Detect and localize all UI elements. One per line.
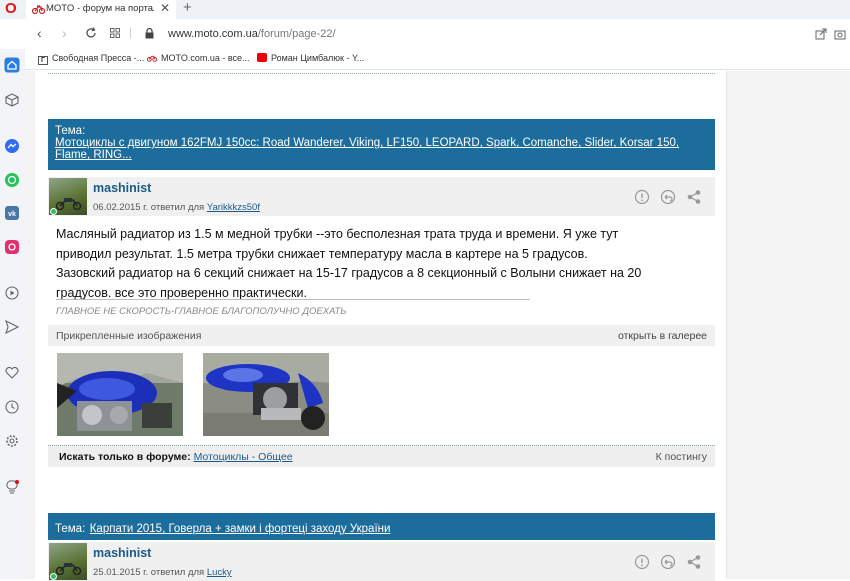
url-domain: www.moto.com.ua bbox=[168, 28, 258, 40]
post-author[interactable]: mashinist bbox=[93, 546, 151, 560]
attachments-label: Прикрепленные изображения bbox=[56, 330, 202, 342]
signature: ГЛАВНОЕ НЕ СКОРОСТЬ-ГЛАВНОЕ БЛАГОПОЛУЧНО… bbox=[56, 306, 347, 317]
tab-bar: O MOTO - форум на портале M ✕ + bbox=[0, 0, 850, 19]
reply-icon[interactable] bbox=[660, 554, 676, 570]
bookmarks-bar: Г Свободная Пресса -... MOTO.com.ua - все… bbox=[0, 49, 850, 70]
thread-title-link[interactable]: Мотоциклы с двигуном 162FMJ 150cc: Road … bbox=[55, 137, 708, 161]
thread-label: Тема: bbox=[55, 523, 86, 535]
send-icon[interactable] bbox=[4, 319, 20, 335]
vk-icon[interactable]: vk bbox=[4, 205, 20, 221]
heart-icon[interactable] bbox=[4, 365, 20, 381]
attachment-thumbnail[interactable] bbox=[57, 353, 183, 436]
divider: | bbox=[129, 25, 133, 39]
post-header: mashinist 25.01.2015 г. ответил для Luck… bbox=[48, 542, 715, 581]
search-scope-label: Искать только в форуме: bbox=[59, 451, 191, 463]
signature-divider bbox=[56, 299, 530, 300]
thread-title-line: Мотоциклы с двигуном 162FMJ 150cc: Road … bbox=[55, 137, 680, 149]
history-icon[interactable] bbox=[4, 399, 20, 415]
reply-to-link[interactable]: Yarikkkzs50f bbox=[207, 202, 260, 213]
motorcycle-icon bbox=[55, 198, 82, 210]
forward-icon[interactable]: › bbox=[62, 25, 67, 41]
speed-dial-icon[interactable] bbox=[110, 28, 120, 38]
thread-label: Тема: bbox=[55, 125, 86, 137]
reply-to-link[interactable]: Lucky bbox=[207, 567, 232, 578]
thread-title-line: Flame, RING... bbox=[55, 149, 132, 161]
right-margin bbox=[726, 71, 850, 579]
moto-favicon-icon bbox=[32, 5, 45, 14]
youtube-icon bbox=[257, 53, 267, 62]
url-path: /forum/page-22/ bbox=[257, 28, 336, 40]
address-bar-row: ‹ › | www.moto.com.ua/forum/page-22/ bbox=[0, 19, 850, 49]
share-icon[interactable] bbox=[686, 189, 702, 205]
svpressa-icon: Г bbox=[38, 56, 48, 65]
instagram-icon[interactable] bbox=[4, 239, 20, 255]
goto-post-link[interactable]: К постингу bbox=[656, 451, 707, 463]
player-icon[interactable] bbox=[4, 285, 20, 301]
post-meta: 06.02.2015 г. ответил для Yarikkkzs50f bbox=[93, 202, 260, 213]
lock-icon[interactable] bbox=[145, 28, 154, 39]
bookmark-label: Свободная Пресса -... bbox=[52, 53, 145, 63]
messenger-icon[interactable] bbox=[4, 138, 20, 154]
home-icon[interactable] bbox=[4, 57, 20, 73]
post-footer: Искать только в форуме: Мотоциклы - Обще… bbox=[48, 445, 715, 467]
post-header: mashinist 06.02.2015 г. ответил для Yari… bbox=[48, 177, 715, 216]
bookmark-item[interactable]: Г Свободная Пресса -... bbox=[38, 53, 144, 65]
open-gallery-link[interactable]: открыть в галерее bbox=[618, 330, 707, 342]
cube-icon[interactable] bbox=[4, 92, 20, 108]
moto-favicon-icon bbox=[147, 55, 157, 62]
post-date: 06.02.2015 г. ответил для bbox=[93, 202, 205, 213]
motorcycle-icon bbox=[55, 563, 82, 575]
reload-icon[interactable] bbox=[85, 27, 97, 39]
avatar[interactable] bbox=[49, 178, 87, 215]
forum-link[interactable]: Мотоциклы - Общее bbox=[194, 451, 293, 463]
bookmark-item[interactable]: Роман Цимбалюк - Y... bbox=[257, 53, 364, 63]
online-status-dot bbox=[50, 208, 57, 215]
thread-header: Тема: Карпати 2015, Говерла + замки і фо… bbox=[48, 513, 715, 540]
opera-logo-icon[interactable]: O bbox=[5, 0, 17, 17]
snapshot-icon[interactable] bbox=[834, 28, 846, 40]
avatar[interactable] bbox=[49, 543, 87, 580]
bookmark-label: MOTO.com.ua - все... bbox=[161, 53, 250, 63]
bookmark-item[interactable]: MOTO.com.ua - все... bbox=[147, 53, 250, 63]
report-icon[interactable] bbox=[634, 189, 650, 205]
close-tab-icon[interactable]: ✕ bbox=[160, 1, 170, 15]
whatsapp-icon[interactable] bbox=[4, 172, 20, 188]
tab-active[interactable]: MOTO - форум на портале M ✕ bbox=[26, 0, 176, 19]
browser-sidebar: vk bbox=[0, 49, 25, 579]
thread-header: Тема: Мотоциклы с двигуном 162FMJ 150cc:… bbox=[48, 119, 715, 170]
url-field[interactable]: www.moto.com.ua/forum/page-22/ bbox=[168, 28, 336, 40]
divider bbox=[48, 73, 715, 74]
share-page-icon[interactable] bbox=[815, 28, 827, 40]
post-date: 25.01.2015 г. ответил для bbox=[93, 567, 205, 578]
post-body: Масляный радиатор из 1.5 м медной трубки… bbox=[56, 227, 642, 300]
new-tab-icon[interactable]: + bbox=[183, 0, 192, 16]
attachments-bar: Прикрепленные изображения открыть в гале… bbox=[48, 325, 715, 346]
attachment-thumbnail[interactable] bbox=[203, 353, 329, 436]
share-icon[interactable] bbox=[686, 554, 702, 570]
post-author[interactable]: mashinist bbox=[93, 181, 151, 195]
report-icon[interactable] bbox=[634, 554, 650, 570]
svg-text:vk: vk bbox=[8, 211, 16, 218]
tab-title: MOTO - форум на портале M bbox=[46, 3, 154, 14]
reply-icon[interactable] bbox=[660, 189, 676, 205]
bulb-icon[interactable] bbox=[4, 479, 20, 495]
thread-title-link[interactable]: Карпати 2015, Говерла + замки і фортеці … bbox=[90, 523, 391, 535]
settings-icon[interactable] bbox=[4, 433, 20, 449]
back-icon[interactable]: ‹ bbox=[37, 25, 42, 41]
forum-search-scope: Искать только в форуме: Мотоциклы - Обще… bbox=[59, 451, 293, 463]
post-meta: 25.01.2015 г. ответил для Lucky bbox=[93, 567, 232, 578]
bookmark-label: Роман Цимбалюк - Y... bbox=[271, 53, 365, 63]
